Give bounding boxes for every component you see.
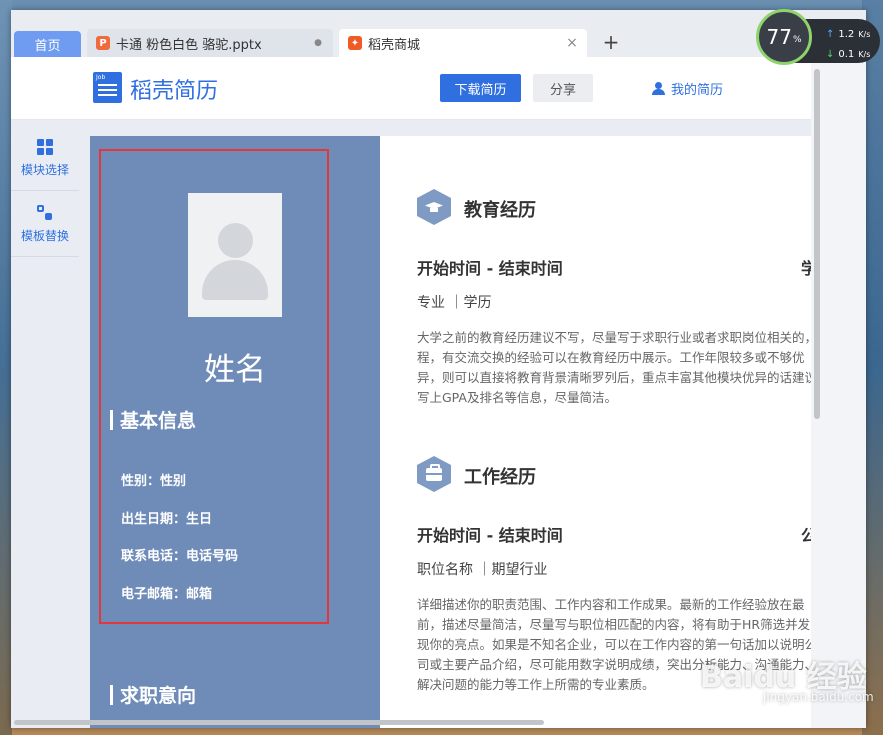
tool-panel: 模块选择 模板替换 [11,120,79,728]
new-tab-button[interactable]: + [599,30,623,54]
my-resume-link[interactable]: 我的简历 [652,79,723,98]
education-description[interactable]: 大学之前的教育经历建议不写，尽量写于求职行业或者求职岗位相关的，程，有交流交换的… [417,328,811,408]
resume-name[interactable]: 姓名 [90,344,380,389]
graduation-cap-icon [417,189,451,225]
tab-home[interactable]: 首页 [14,31,81,57]
tab-bar: 首页 P 卡通 粉色白色 骆驼.pptx ● ✦ 稻壳商城 × + [11,10,866,57]
resume-page: 姓名 基本信息 性别：性别 出生日期：生日 联系电话：电话号码 电子邮箱：邮箱 … [90,136,811,728]
profile-photo-placeholder[interactable] [188,193,282,317]
tab-unsaved-dot-icon[interactable]: ● [309,38,327,48]
download-resume-button[interactable]: 下载简历 [440,74,521,102]
user-icon [652,82,665,95]
download-arrow-icon: ↓ [826,49,835,60]
info-birthdate[interactable]: 出生日期：生日 [121,508,212,527]
education-major-degree[interactable]: 专业 ｜学历 [417,292,491,312]
module-select-label: 模块选择 [20,162,69,177]
module-select-button[interactable]: 模块选择 [11,126,79,191]
basic-info-heading[interactable]: 基本信息 [110,406,196,433]
resume-sidebar[interactable]: 姓名 基本信息 性别：性别 出生日期：生日 联系电话：电话号码 电子邮箱：邮箱 … [90,136,380,728]
info-phone[interactable]: 联系电话：电话号码 [121,545,238,564]
job-intent-heading[interactable]: 求职意向 [110,681,196,708]
vertical-scrollbar[interactable] [811,57,823,728]
cpu-usage-gauge: 77% [756,9,812,65]
resume-content: 教育经历 开始时间 - 结束时间 学 专业 ｜学历 大学之前的教育经历建议不写，… [380,136,811,728]
network-speed-widget[interactable]: 77% ↑ 1.2 K/s ↓ 0.1 K/s [756,9,882,71]
close-icon[interactable]: × [563,35,581,51]
swap-icon [37,204,53,221]
work-company[interactable]: 公 [801,522,811,546]
ppt-icon: P [96,36,110,50]
resume-canvas[interactable]: 姓名 基本信息 性别：性别 出生日期：生日 联系电话：电话号码 电子邮箱：邮箱 … [79,120,811,728]
template-replace-label: 模板替换 [20,228,69,243]
tab-pptx-label: 卡通 粉色白色 骆驼.pptx [116,37,262,53]
usage-percent: 77 [766,25,792,49]
education-time[interactable]: 开始时间 - 结束时间 [417,255,563,279]
tab-pptx[interactable]: P 卡通 粉色白色 骆驼.pptx ● [87,29,333,57]
horizontal-scroll-thumb[interactable] [14,720,544,725]
tab-docer-store[interactable]: ✦ 稻壳商城 × [339,29,587,57]
job-intent-title: 求职意向 [120,685,197,707]
avatar-body [202,260,268,300]
my-resume-label: 我的简历 [671,83,724,98]
download-speed: ↓ 0.1 K/s [826,49,871,60]
browser-window: 首页 P 卡通 粉色白色 骆驼.pptx ● ✦ 稻壳商城 × + Job 稻壳… [11,10,866,728]
share-button[interactable]: 分享 [533,74,593,102]
education-school[interactable]: 学 [801,255,811,279]
info-email[interactable]: 电子邮箱：邮箱 [121,583,212,602]
upload-speed: ↑ 1.2 K/s [826,29,871,40]
window-right-margin [823,57,866,728]
info-gender[interactable]: 性别：性别 [121,470,186,489]
work-time[interactable]: 开始时间 - 结束时间 [417,522,563,546]
brand-title[interactable]: 稻壳简历 [130,73,218,105]
page-header: Job 稻壳简历 下载简历 分享 我的简历 [11,57,811,120]
work-title[interactable]: 工作经历 [464,463,536,489]
template-replace-button[interactable]: 模板替换 [11,192,79,257]
baidu-jingyan-url: jingyan.baidu.com [763,690,874,704]
basic-info-title: 基本信息 [120,410,197,432]
logo-badge-text: Job [96,74,106,81]
tab-docer-store-label: 稻壳商城 [368,37,421,53]
upload-arrow-icon: ↑ [826,29,835,40]
briefcase-icon [417,456,451,492]
avatar-head [218,223,253,258]
work-position-industry[interactable]: 职位名称 ｜期望行业 [417,559,547,579]
docer-resume-logo-icon: Job [93,72,122,103]
horizontal-scrollbar[interactable] [11,717,811,728]
docer-flame-icon: ✦ [348,36,362,50]
education-title[interactable]: 教育经历 [464,196,536,222]
grid-icon [37,138,53,155]
vertical-scroll-thumb[interactable] [814,69,820,419]
